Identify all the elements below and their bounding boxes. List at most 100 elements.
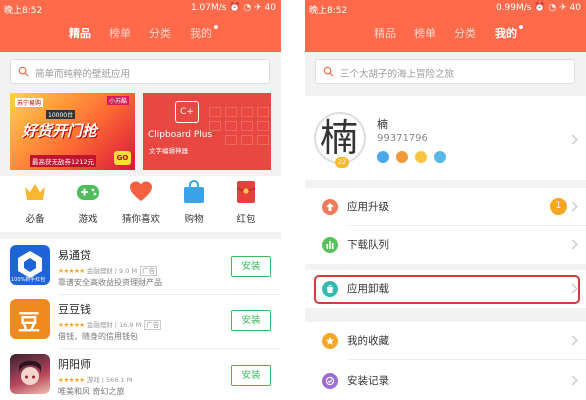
rating-stars: ★★★★★ bbox=[58, 267, 85, 275]
level-badge: 22 bbox=[335, 157, 349, 168]
menu-label: 安装记录 bbox=[347, 375, 389, 387]
tab-categories[interactable]: 分类 bbox=[149, 25, 171, 41]
user-name: 楠 bbox=[377, 118, 388, 131]
medal-icon bbox=[396, 151, 408, 163]
alarm-icon: ⏰ bbox=[534, 3, 549, 13]
anime-character-icon bbox=[19, 360, 41, 385]
category-label: 猜你喜欢 bbox=[121, 214, 160, 225]
banner2-subtitle: 文字编辑神器 bbox=[149, 147, 188, 155]
history-icon bbox=[322, 373, 338, 389]
medal-icon bbox=[377, 151, 389, 163]
menu-item-app-upgrade[interactable]: 应用升级 1 bbox=[305, 188, 586, 226]
chevron-right-icon bbox=[567, 335, 578, 346]
network-speed: 0.99M/s bbox=[495, 3, 532, 13]
tab-featured[interactable]: 精品 bbox=[69, 25, 91, 41]
app-icon-caption: 100%新手红包 bbox=[11, 277, 46, 283]
notification-dot bbox=[519, 25, 523, 29]
gamepad-icon bbox=[77, 185, 99, 200]
status-right: 1.07M/s ⏰ ◔ ✈ 40 bbox=[191, 3, 276, 13]
red-packet-icon bbox=[236, 181, 256, 203]
app-name: 豆豆钱 bbox=[58, 303, 91, 316]
keyboard-key bbox=[257, 107, 269, 117]
tab-featured[interactable]: 精品 bbox=[374, 25, 396, 41]
menu-item-download-queue[interactable]: 下载队列 bbox=[305, 226, 586, 264]
download-queue-icon bbox=[322, 237, 338, 253]
alarm-icon: ⏰ bbox=[229, 3, 244, 13]
app-description: 借钱，随身的信用钱包 bbox=[58, 332, 138, 341]
category-games[interactable]: 游戏 bbox=[68, 179, 108, 229]
category-red-packet[interactable]: 红包 bbox=[226, 179, 266, 229]
airplane-icon: ✈ bbox=[559, 3, 570, 13]
app-header: 晚上8:52 1.07M/s ⏰ ◔ ✈ 40 精品 榜单 分类 我的 bbox=[0, 0, 281, 52]
app-category: 金融理财 bbox=[86, 321, 113, 329]
list-item[interactable]: 豆 豆豆钱 ★★★★★ 金融理财 | 16.9 M 广告 借钱，随身的信用钱包 安… bbox=[0, 296, 281, 349]
menu-group-1: 应用升级 1 下载队列 bbox=[305, 188, 586, 264]
app-icon bbox=[10, 354, 50, 394]
battery-level: 40 bbox=[569, 3, 581, 13]
install-button[interactable]: 安装 bbox=[231, 256, 271, 277]
highlight-box bbox=[314, 275, 580, 304]
crown-icon bbox=[25, 184, 45, 200]
list-item[interactable]: 阴阳师 ★★★★★ 游戏 | 566.1 M 唯美和风 奇幻之旅 安装 bbox=[0, 351, 281, 400]
user-id: 99371796 bbox=[377, 133, 428, 144]
search-placeholder: 简单而纯粹的壁纸应用 bbox=[35, 69, 131, 80]
tab-mine[interactable]: 我的 bbox=[190, 25, 212, 41]
divider bbox=[58, 348, 281, 349]
banner-top-label: 10000台 bbox=[46, 110, 76, 119]
status-bar: 晚上8:52 0.99M/s ⏰ ◔ ✈ 40 bbox=[305, 0, 586, 16]
tab-rankings[interactable]: 榜单 bbox=[109, 25, 131, 41]
install-button[interactable]: 安装 bbox=[231, 365, 271, 386]
keyboard-key bbox=[225, 135, 237, 145]
shopping-bag-icon bbox=[184, 179, 204, 203]
search-input[interactable]: 三个大胡子的海上冒险之旅 bbox=[315, 59, 575, 84]
search-placeholder: 三个大胡子的海上冒险之旅 bbox=[340, 69, 455, 80]
status-time: 晚上8:52 bbox=[309, 6, 348, 16]
screenshot: 晚上8:52 1.07M/s ⏰ ◔ ✈ 40 精品 榜单 分类 我的 简单而纯… bbox=[0, 0, 586, 400]
category-essentials[interactable]: 必备 bbox=[15, 179, 55, 229]
screen-gap bbox=[281, 0, 305, 400]
divider bbox=[347, 359, 586, 360]
divider bbox=[58, 294, 281, 295]
tab-categories[interactable]: 分类 bbox=[454, 25, 476, 41]
app-header: 晚上8:52 0.99M/s ⏰ ◔ ✈ 40 精品 榜单 分类 我的 bbox=[305, 0, 586, 52]
category-shopping[interactable]: 购物 bbox=[174, 179, 214, 229]
menu-item-install-history[interactable]: 安装记录 bbox=[305, 362, 586, 400]
category-label: 购物 bbox=[184, 214, 204, 225]
clipboard-banner[interactable]: C+ Clipboard Plus 文字编辑神器 bbox=[143, 93, 271, 170]
top-tabs: 精品 榜单 分类 我的 bbox=[305, 20, 586, 48]
list-item[interactable]: 100%新手红包 易通贷 ★★★★★ 金融理财 | 9.0 M 广告 靠谱安全高收… bbox=[0, 242, 281, 295]
keyboard-key bbox=[257, 135, 269, 145]
category-label: 游戏 bbox=[78, 214, 98, 225]
banner-title: 好货开门抢 bbox=[22, 122, 98, 140]
menu-item-favorites[interactable]: 我的收藏 bbox=[305, 322, 586, 360]
app-icon: 100%新手红包 bbox=[10, 245, 50, 285]
app-icon: 豆 bbox=[10, 299, 50, 339]
tab-rankings[interactable]: 榜单 bbox=[414, 25, 436, 41]
ad-badge: 广告 bbox=[144, 320, 162, 330]
notification-dot bbox=[214, 25, 218, 29]
status-bar: 晚上8:52 1.07M/s ⏰ ◔ ✈ 40 bbox=[0, 0, 281, 16]
clipboard-logo: C+ bbox=[175, 101, 199, 123]
profile-card[interactable]: 楠 22 楠 99371796 bbox=[305, 96, 586, 180]
category-row: 必备 游戏 猜你喜欢 购物 红包 bbox=[0, 176, 281, 232]
network-speed: 1.07M/s bbox=[190, 3, 227, 13]
app-list: 100%新手红包 易通贷 ★★★★★ 金融理财 | 9.0 M 广告 靠谱安全高收… bbox=[0, 239, 281, 400]
keyboard-key bbox=[241, 121, 253, 131]
category-recommend[interactable]: 猜你喜欢 bbox=[121, 179, 161, 229]
install-button[interactable]: 安装 bbox=[231, 310, 271, 331]
search-input[interactable]: 简单而纯粹的壁纸应用 bbox=[10, 59, 270, 84]
right-screen: 晚上8:52 0.99M/s ⏰ ◔ ✈ 40 精品 榜单 分类 我的 三个大胡… bbox=[305, 0, 586, 400]
wifi-icon: ◔ bbox=[548, 3, 560, 13]
app-meta: ★★★★★ 金融理财 | 16.9 M 广告 bbox=[58, 320, 162, 330]
keyboard-key bbox=[241, 135, 253, 145]
app-size: 9.0 M bbox=[119, 267, 138, 275]
banner-tag: 小苏酷 bbox=[106, 96, 129, 105]
search-icon bbox=[323, 66, 334, 77]
suning-banner[interactable]: 苏宁易购 小苏酷 10000台 好货开门抢 最高获无敌券1212元 GO bbox=[10, 93, 135, 170]
status-time: 晚上8:52 bbox=[4, 6, 43, 16]
keyboard-key bbox=[225, 107, 237, 117]
tab-mine[interactable]: 我的 bbox=[495, 25, 517, 41]
heart-icon bbox=[130, 181, 152, 201]
star-icon bbox=[322, 333, 338, 349]
airplane-icon: ✈ bbox=[254, 3, 265, 13]
